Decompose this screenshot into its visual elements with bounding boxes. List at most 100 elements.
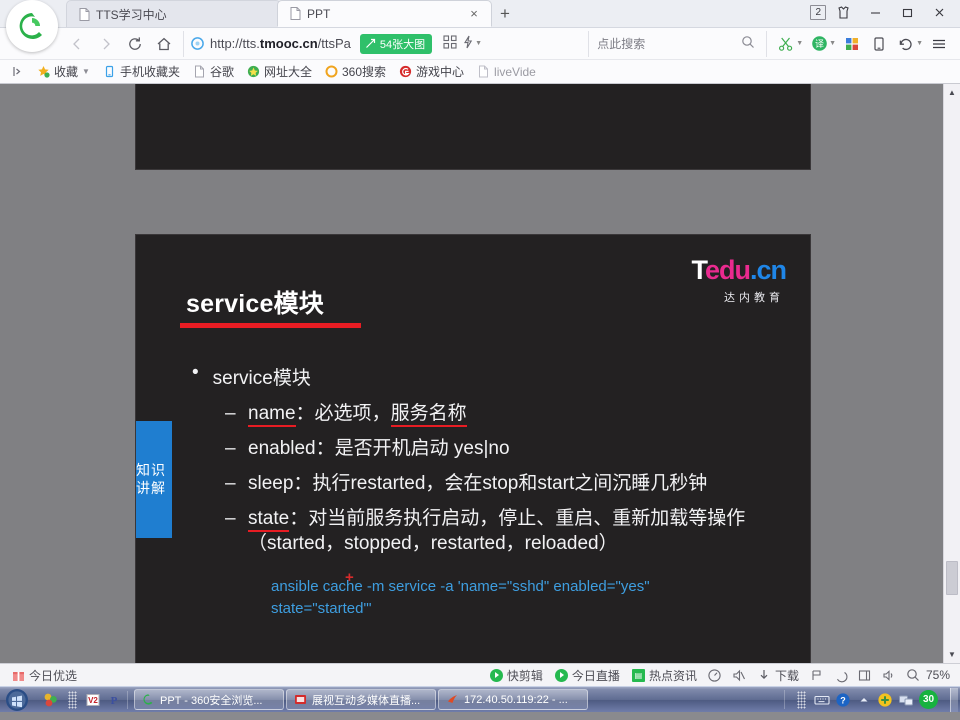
help-icon[interactable]: ?	[835, 692, 851, 708]
bookmarks-bar: 收藏 ▼ 手机收藏夹 谷歌 网址大全 360搜索 游戏中心 liveVide	[0, 60, 960, 84]
speed-icon[interactable]	[704, 665, 726, 685]
bookmark-mobile-favorites[interactable]: 手机收藏夹	[98, 61, 185, 82]
bookmark-360-search[interactable]: 360搜索	[320, 61, 391, 82]
menu-icon[interactable]	[926, 31, 952, 57]
taskbar-window-browser[interactable]: PPT - 360安全浏览...	[134, 689, 284, 710]
new-tab-button[interactable]: +	[492, 1, 518, 27]
back-icon[interactable]	[64, 31, 90, 57]
status-label: 快剪辑	[506, 668, 543, 683]
browser-tab-tts[interactable]: TTS学习中心	[66, 0, 281, 27]
show-hidden-icon[interactable]	[856, 692, 872, 708]
page-icon	[479, 65, 489, 78]
nav-icon	[247, 65, 260, 78]
page-icon	[194, 65, 204, 78]
taskbar-window-label: PPT - 360安全浏览...	[160, 694, 263, 707]
keyboard-icon[interactable]	[814, 692, 830, 708]
hot-news-item[interactable]: ▤ 热点资讯	[627, 667, 702, 684]
chevron-down-icon[interactable]: ▼	[829, 40, 836, 47]
chevron-down-icon[interactable]: ▼	[82, 67, 90, 76]
minimize-button[interactable]	[860, 0, 890, 25]
flag-icon[interactable]	[806, 665, 828, 685]
tedu-logo: Tedu.cn 达内教育	[691, 257, 787, 305]
chevron-down-icon[interactable]: ▼	[796, 40, 803, 47]
volume-icon[interactable]	[878, 665, 900, 685]
zoom-icon[interactable]	[902, 665, 924, 685]
forward-icon[interactable]	[93, 31, 119, 57]
security-icon[interactable]	[877, 692, 893, 708]
qrcode-icon[interactable]	[443, 35, 457, 52]
tray-count-badge[interactable]: 30	[919, 690, 938, 709]
search-box[interactable]: 点此搜索	[588, 30, 763, 57]
taskbar-window-label: 172.40.50.119:22 - ...	[464, 693, 568, 706]
download-item[interactable]: 下载	[752, 667, 804, 684]
address-bar[interactable]: http://tts.tmooc.cn/ttsPa 54张大图 ▼	[183, 30, 581, 57]
reload-icon[interactable]	[122, 31, 148, 57]
show-desktop-button[interactable]	[950, 687, 958, 712]
bullet-level1-text: service模块	[212, 368, 311, 389]
close-icon[interactable]: ×	[467, 7, 481, 21]
taskbar-window-media[interactable]: 展视互动多媒体直播...	[286, 689, 436, 710]
network-icon[interactable]	[898, 692, 914, 708]
vertical-scrollbar[interactable]: ▲ ▼	[943, 84, 960, 663]
mobile-icon[interactable]	[866, 31, 892, 57]
apps-grid-icon[interactable]	[839, 31, 865, 57]
apps-icon[interactable]	[42, 691, 60, 709]
taskbar-window-terminal[interactable]: 172.40.50.119:22 - ...	[438, 689, 588, 710]
home-icon[interactable]	[151, 31, 177, 57]
svg-text:?: ?	[840, 695, 846, 705]
bookmark-nav-site[interactable]: 网址大全	[242, 61, 317, 82]
big-picture-badge[interactable]: 54张大图	[359, 33, 433, 54]
dots-icon[interactable]	[63, 690, 81, 709]
close-button[interactable]	[924, 0, 954, 25]
bookmark-label: 游戏中心	[416, 65, 465, 79]
split-screen-icon[interactable]	[854, 665, 876, 685]
skin-icon[interactable]	[828, 0, 858, 25]
media-icon	[295, 695, 306, 704]
bookmark-label: 网址大全	[263, 65, 312, 79]
maximize-button[interactable]	[892, 0, 922, 25]
privacy-icon[interactable]	[830, 665, 852, 685]
bookmark-label: 360搜索	[341, 65, 387, 79]
chevron-down-icon[interactable]: ▼	[475, 40, 482, 47]
quick-edit-item[interactable]: 快剪辑	[485, 667, 548, 684]
bookmark-favorites[interactable]: 收藏 ▼	[32, 61, 95, 82]
scroll-up-button[interactable]: ▲	[944, 84, 960, 101]
mute-icon[interactable]	[728, 665, 750, 685]
bookmark-label: 谷歌	[209, 65, 234, 79]
zoom-level[interactable]: 75%	[926, 668, 953, 682]
search-input[interactable]: 点此搜索	[597, 35, 735, 52]
lightning-icon[interactable]	[461, 35, 475, 52]
bookmark-google[interactable]: 谷歌	[188, 61, 239, 82]
quick-launch-bar: V2 P	[38, 690, 128, 709]
bookmarks-overflow-icon[interactable]	[6, 63, 29, 80]
previous-slide	[135, 84, 811, 170]
window-controls: 2	[810, 0, 960, 27]
bullet-icon: •	[192, 362, 199, 383]
chevron-down-icon[interactable]: ▼	[916, 40, 923, 47]
start-button[interactable]	[2, 688, 32, 712]
today-deals-item[interactable]: 今日优选	[7, 667, 82, 684]
slide-body: • service模块 – name：必选项，服务名称 – enabled：是否…	[192, 363, 784, 619]
tab-count-badge[interactable]: 2	[810, 4, 826, 20]
bookmark-label: 收藏	[54, 65, 79, 79]
bookmark-livevideo[interactable]: liveVide	[472, 63, 541, 81]
live-today-item[interactable]: 今日直播	[550, 667, 625, 684]
tab-label: TTS学习中心	[96, 7, 167, 22]
address-bar-url: http://tts.tmooc.cn/ttsPa	[210, 36, 351, 51]
bookmark-game-center[interactable]: 游戏中心	[394, 61, 469, 82]
search-icon[interactable]	[741, 35, 755, 52]
scroll-down-button[interactable]: ▼	[944, 646, 960, 663]
star-icon	[38, 66, 50, 78]
page-icon	[290, 7, 301, 20]
bullet-item-sleep: – sleep：执行restarted，会在stop和start之间沉睡几秒钟	[225, 471, 784, 496]
vc-icon[interactable]: V2	[84, 691, 102, 709]
keyword-enabled: enabled	[248, 438, 316, 460]
p-icon[interactable]: P	[105, 691, 123, 709]
browser-tab-ppt[interactable]: PPT ×	[277, 0, 492, 27]
status-label: 今日直播	[571, 668, 620, 683]
keyword-sleep: sleep	[248, 473, 294, 495]
scrollbar-thumb[interactable]	[946, 561, 958, 595]
svg-text:P: P	[111, 695, 118, 707]
browser-tab-strip: TTS学习中心 PPT × + 2	[0, 0, 960, 52]
bullet-item-text: state：对当前服务执行启动，停止、重启、重新加载等操作（started，st…	[248, 508, 746, 555]
